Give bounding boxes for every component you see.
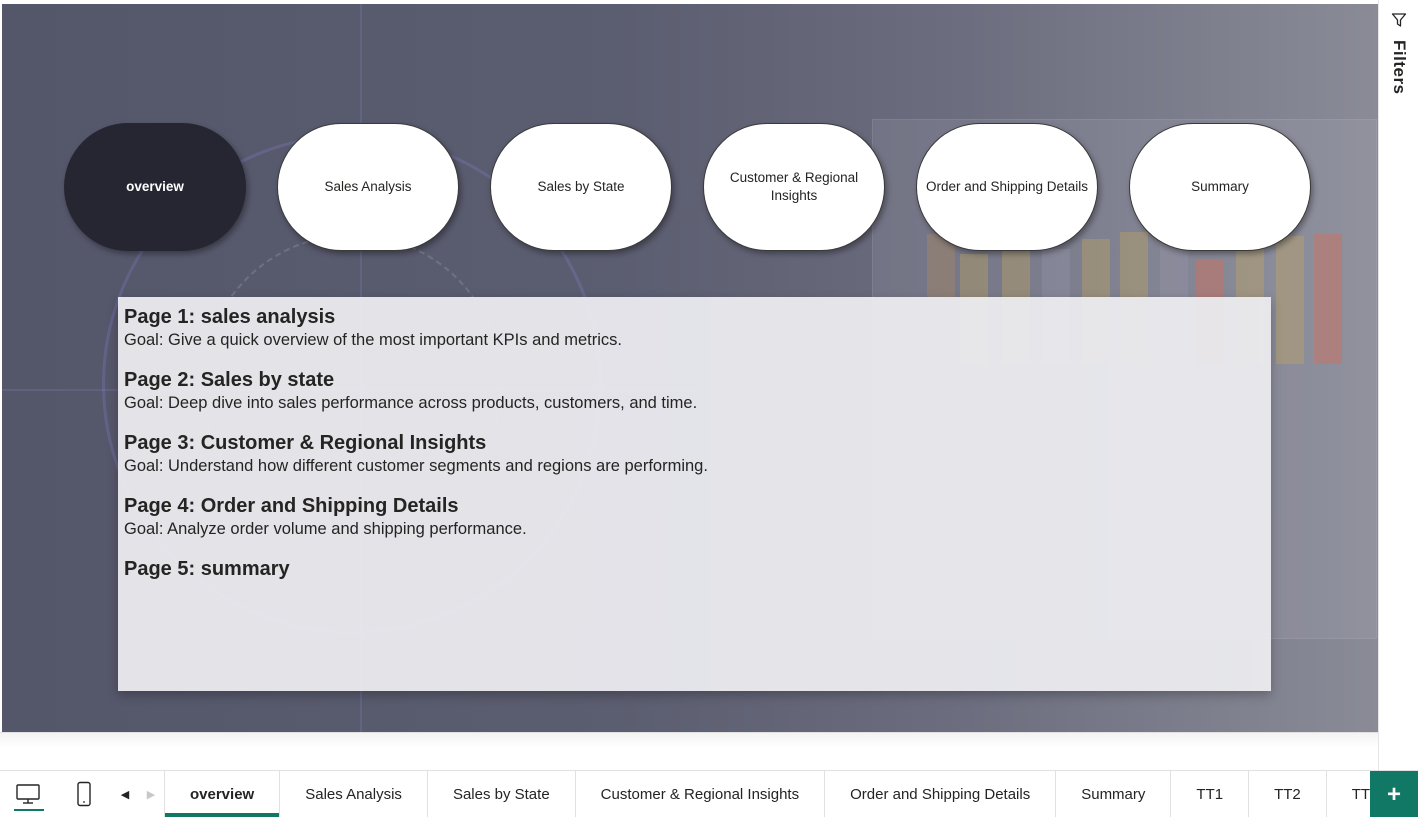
nav-button-summary[interactable]: Summary — [1129, 123, 1311, 251]
filters-label[interactable]: Filters — [1389, 40, 1409, 95]
overview-section: Page 5: summary — [124, 557, 1265, 581]
report-canvas: overview Sales Analysis Sales by State Cust… — [2, 4, 1378, 732]
nav-button-order-and-shipping-details[interactable]: Order and Shipping Details — [916, 123, 1098, 251]
scroll-tabs-right-icon[interactable]: ▶ — [138, 771, 164, 817]
mobile-view-button[interactable] — [56, 771, 112, 817]
page-tab-customer-regional-insights[interactable]: Customer & Regional Insights — [576, 771, 826, 817]
page-tab-bar: ◀ ▶ overview Sales Analysis Sales by State… — [0, 770, 1418, 817]
nav-button-sales-by-state[interactable]: Sales by State — [490, 123, 672, 251]
section-title: Page 4: Order and Shipping Details — [124, 495, 459, 517]
page-tabs: overview Sales Analysis Sales by State Cust… — [164, 771, 1405, 817]
section-goal: Goal: Deep dive into sales performance a… — [124, 394, 698, 412]
overview-section: Page 3: Customer & Regional Insights Goal… — [124, 431, 1265, 477]
nav-button-overview[interactable]: overview — [64, 123, 246, 251]
nav-button-sales-analysis[interactable]: Sales Analysis — [277, 123, 459, 251]
overview-section: Page 2: Sales by state Goal: Deep dive in… — [124, 368, 1265, 414]
page-tab-tt2[interactable]: TT2 — [1249, 771, 1327, 817]
overview-text-panel: Page 1: sales analysis Goal: Give a quick… — [118, 297, 1271, 691]
page-tab-sales-analysis[interactable]: Sales Analysis — [280, 771, 428, 817]
section-goal: Goal: Give a quick overview of the most … — [124, 331, 622, 349]
page-tab-order-and-shipping-details[interactable]: Order and Shipping Details — [825, 771, 1057, 817]
overview-section: Page 4: Order and Shipping Details Goal: … — [124, 494, 1265, 540]
desktop-view-icon — [16, 784, 40, 804]
page-tab-sales-by-state[interactable]: Sales by State — [428, 771, 576, 817]
add-page-button[interactable]: + — [1370, 771, 1418, 817]
background-bar-decoration — [1276, 236, 1304, 364]
section-title: Page 2: Sales by state — [124, 369, 335, 391]
scroll-tabs-left-icon[interactable]: ◀ — [112, 771, 138, 817]
section-goal: Goal: Understand how different customer … — [124, 457, 708, 475]
section-title: Page 3: Customer & Regional Insights — [124, 432, 487, 454]
page-tab-tt1[interactable]: TT1 — [1171, 771, 1250, 817]
desktop-view-button[interactable] — [0, 771, 56, 817]
section-title: Page 5: summary — [124, 558, 290, 580]
filters-pane[interactable]: Filters — [1378, 0, 1418, 770]
mobile-view-icon — [77, 781, 91, 807]
overview-section: Page 1: sales analysis Goal: Give a quick… — [124, 305, 1265, 351]
page-tab-summary[interactable]: Summary — [1056, 771, 1172, 817]
section-goal: Goal: Analyze order volume and shipping … — [124, 520, 527, 538]
filter-icon[interactable] — [1391, 12, 1407, 28]
nav-button-customer-regional-insights[interactable]: Customer & Regional Insights — [703, 123, 885, 251]
page-tab-overview[interactable]: overview — [164, 771, 281, 817]
background-bar-decoration — [1314, 234, 1342, 364]
canvas-footer-gap — [0, 732, 1378, 770]
section-title: Page 1: sales analysis — [124, 306, 336, 328]
report-app: overview Sales Analysis Sales by State Cust… — [0, 0, 1418, 817]
